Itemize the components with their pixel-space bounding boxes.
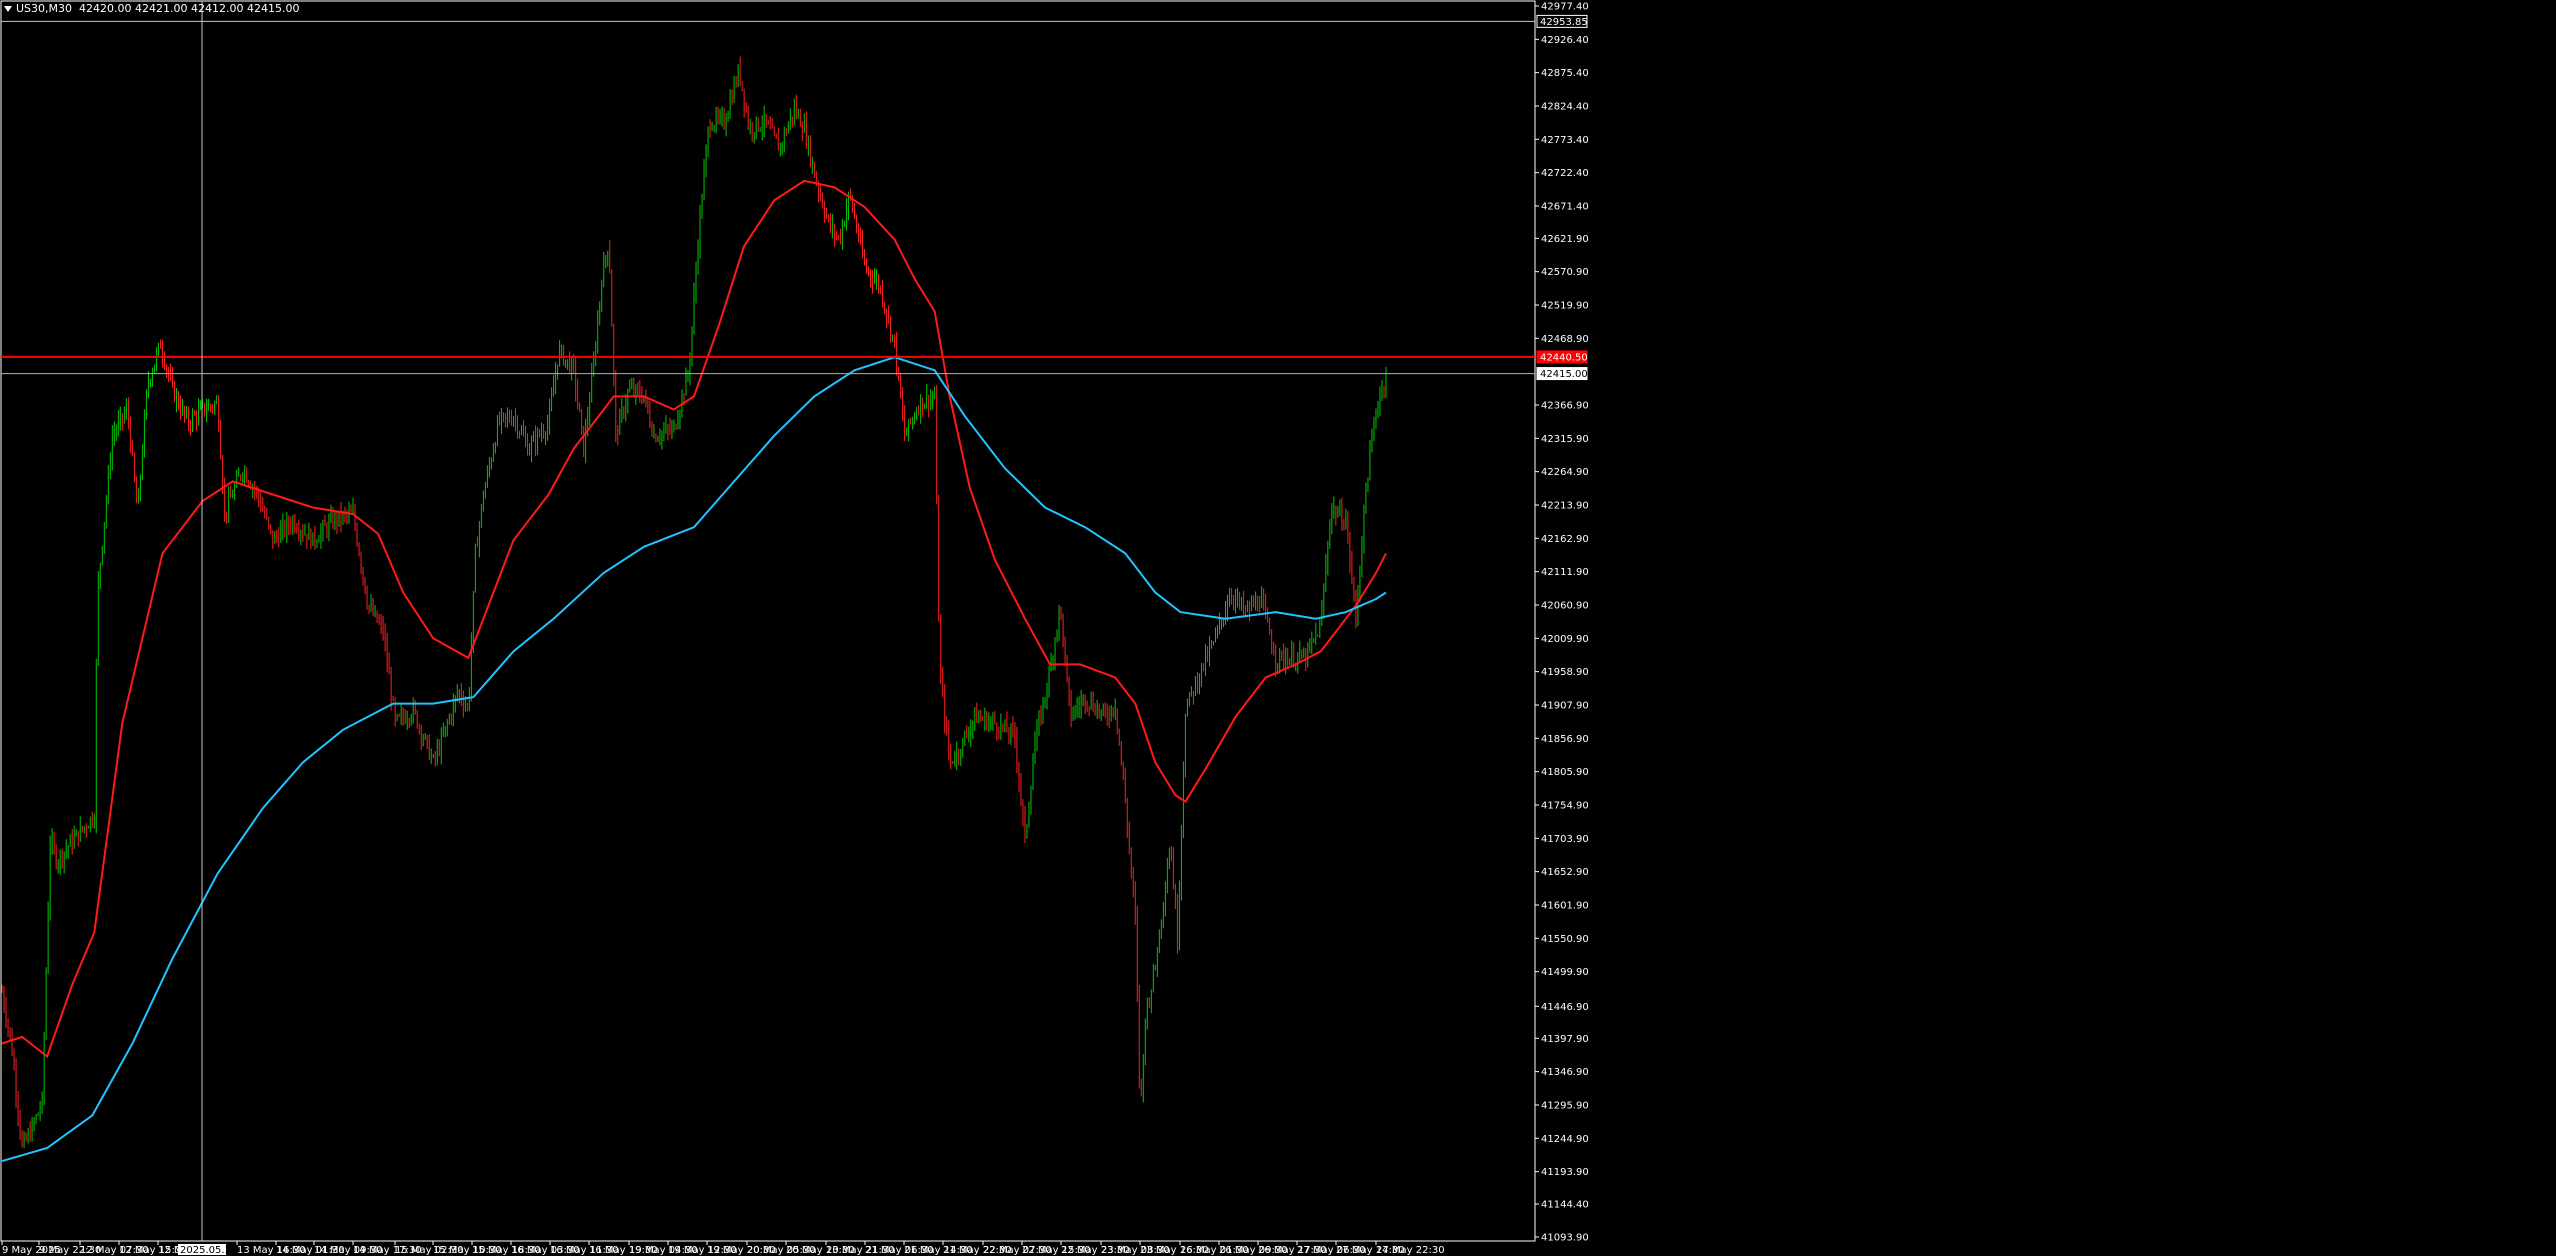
price-tick-label: 41652.90	[1541, 867, 1589, 878]
price-tick-label: 41144.40	[1541, 1199, 1589, 1210]
price-tick-label: 42926.40	[1541, 35, 1589, 46]
price-tick-label: 41856.90	[1541, 734, 1589, 745]
price-tick-label: 42977.40	[1541, 2, 1589, 13]
price-tick-label: 42722.40	[1541, 168, 1589, 179]
bid-price-tag: 42415.00	[1540, 369, 1588, 380]
price-tick-label: 41346.90	[1541, 1067, 1589, 1078]
crosshair-price-tag: 42953.85	[1540, 17, 1588, 28]
price-chart-area[interactable]: 42977.40 42926.40 42875.40 42824.40 42773.40…	[0, 0, 2556, 1256]
price-tick-label: 42671.40	[1541, 201, 1589, 212]
symbol-timeframe: US30,M30	[16, 2, 73, 15]
price-axis[interactable]: 42977.40 42926.40 42875.40 42824.40 42773.40…	[1535, 2, 1589, 1244]
plot-frame	[0, 0, 1536, 1242]
price-tick-label: 42570.90	[1541, 267, 1589, 278]
chart-canvas[interactable]: 42977.40 42926.40 42875.40 42824.40 42773.40…	[0, 0, 2556, 1256]
price-tick-label: 42366.90	[1541, 401, 1589, 412]
price-tick-label: 41295.90	[1541, 1100, 1589, 1111]
candles-layer	[1, 56, 1387, 1149]
price-tick-label: 41703.90	[1541, 834, 1589, 845]
price-tick-label: 42213.90	[1541, 501, 1589, 512]
price-tick-label: 41093.90	[1541, 1233, 1589, 1244]
time-tick-label: 27 May 22:30	[1376, 1245, 1445, 1256]
price-tick-label: 42264.90	[1541, 467, 1589, 478]
price-tick-label: 41754.90	[1541, 800, 1589, 811]
price-tick-label: 41958.90	[1541, 667, 1589, 678]
price-tick-label: 42621.90	[1541, 234, 1589, 245]
price-tick-label: 42824.40	[1541, 101, 1589, 112]
price-tick-label: 41193.90	[1541, 1167, 1589, 1178]
chart-menu-triangle-icon[interactable]	[4, 6, 12, 12]
price-tick-label: 41907.90	[1541, 700, 1589, 711]
price-tick-label: 41550.90	[1541, 934, 1589, 945]
time-axis[interactable]: 9 May 20259 May 22:3012 May 07:3012 May …	[1, 1241, 1445, 1256]
price-tick-label: 41601.90	[1541, 900, 1589, 911]
price-tick-label: 42060.90	[1541, 600, 1589, 611]
price-tick-label: 42519.90	[1541, 301, 1589, 312]
price-tick-label: 42162.90	[1541, 534, 1589, 545]
price-tick-label: 42315.90	[1541, 434, 1589, 445]
moving-average-slow	[1, 356, 1387, 1163]
price-tick-label: 42111.90	[1541, 567, 1589, 578]
price-tick-label: 42773.40	[1541, 135, 1589, 146]
price-tick-label: 41397.90	[1541, 1034, 1589, 1045]
price-tick-label: 41446.90	[1541, 1002, 1589, 1013]
ohlc-readout: 42420.00 42421.00 42412.00 42415.00	[79, 2, 300, 15]
price-tick-label: 42009.90	[1541, 634, 1589, 645]
price-tick-label: 41499.90	[1541, 967, 1589, 978]
price-tick-label: 41805.90	[1541, 767, 1589, 778]
ask-price-tag: 42440.50	[1540, 352, 1588, 363]
price-tick-label: 41244.90	[1541, 1134, 1589, 1145]
price-tick-label: 42875.40	[1541, 68, 1589, 79]
price-tick-label: 42468.90	[1541, 334, 1589, 345]
chart-header: US30,M30 42420.00 42421.00 42412.00 4241…	[4, 2, 299, 15]
